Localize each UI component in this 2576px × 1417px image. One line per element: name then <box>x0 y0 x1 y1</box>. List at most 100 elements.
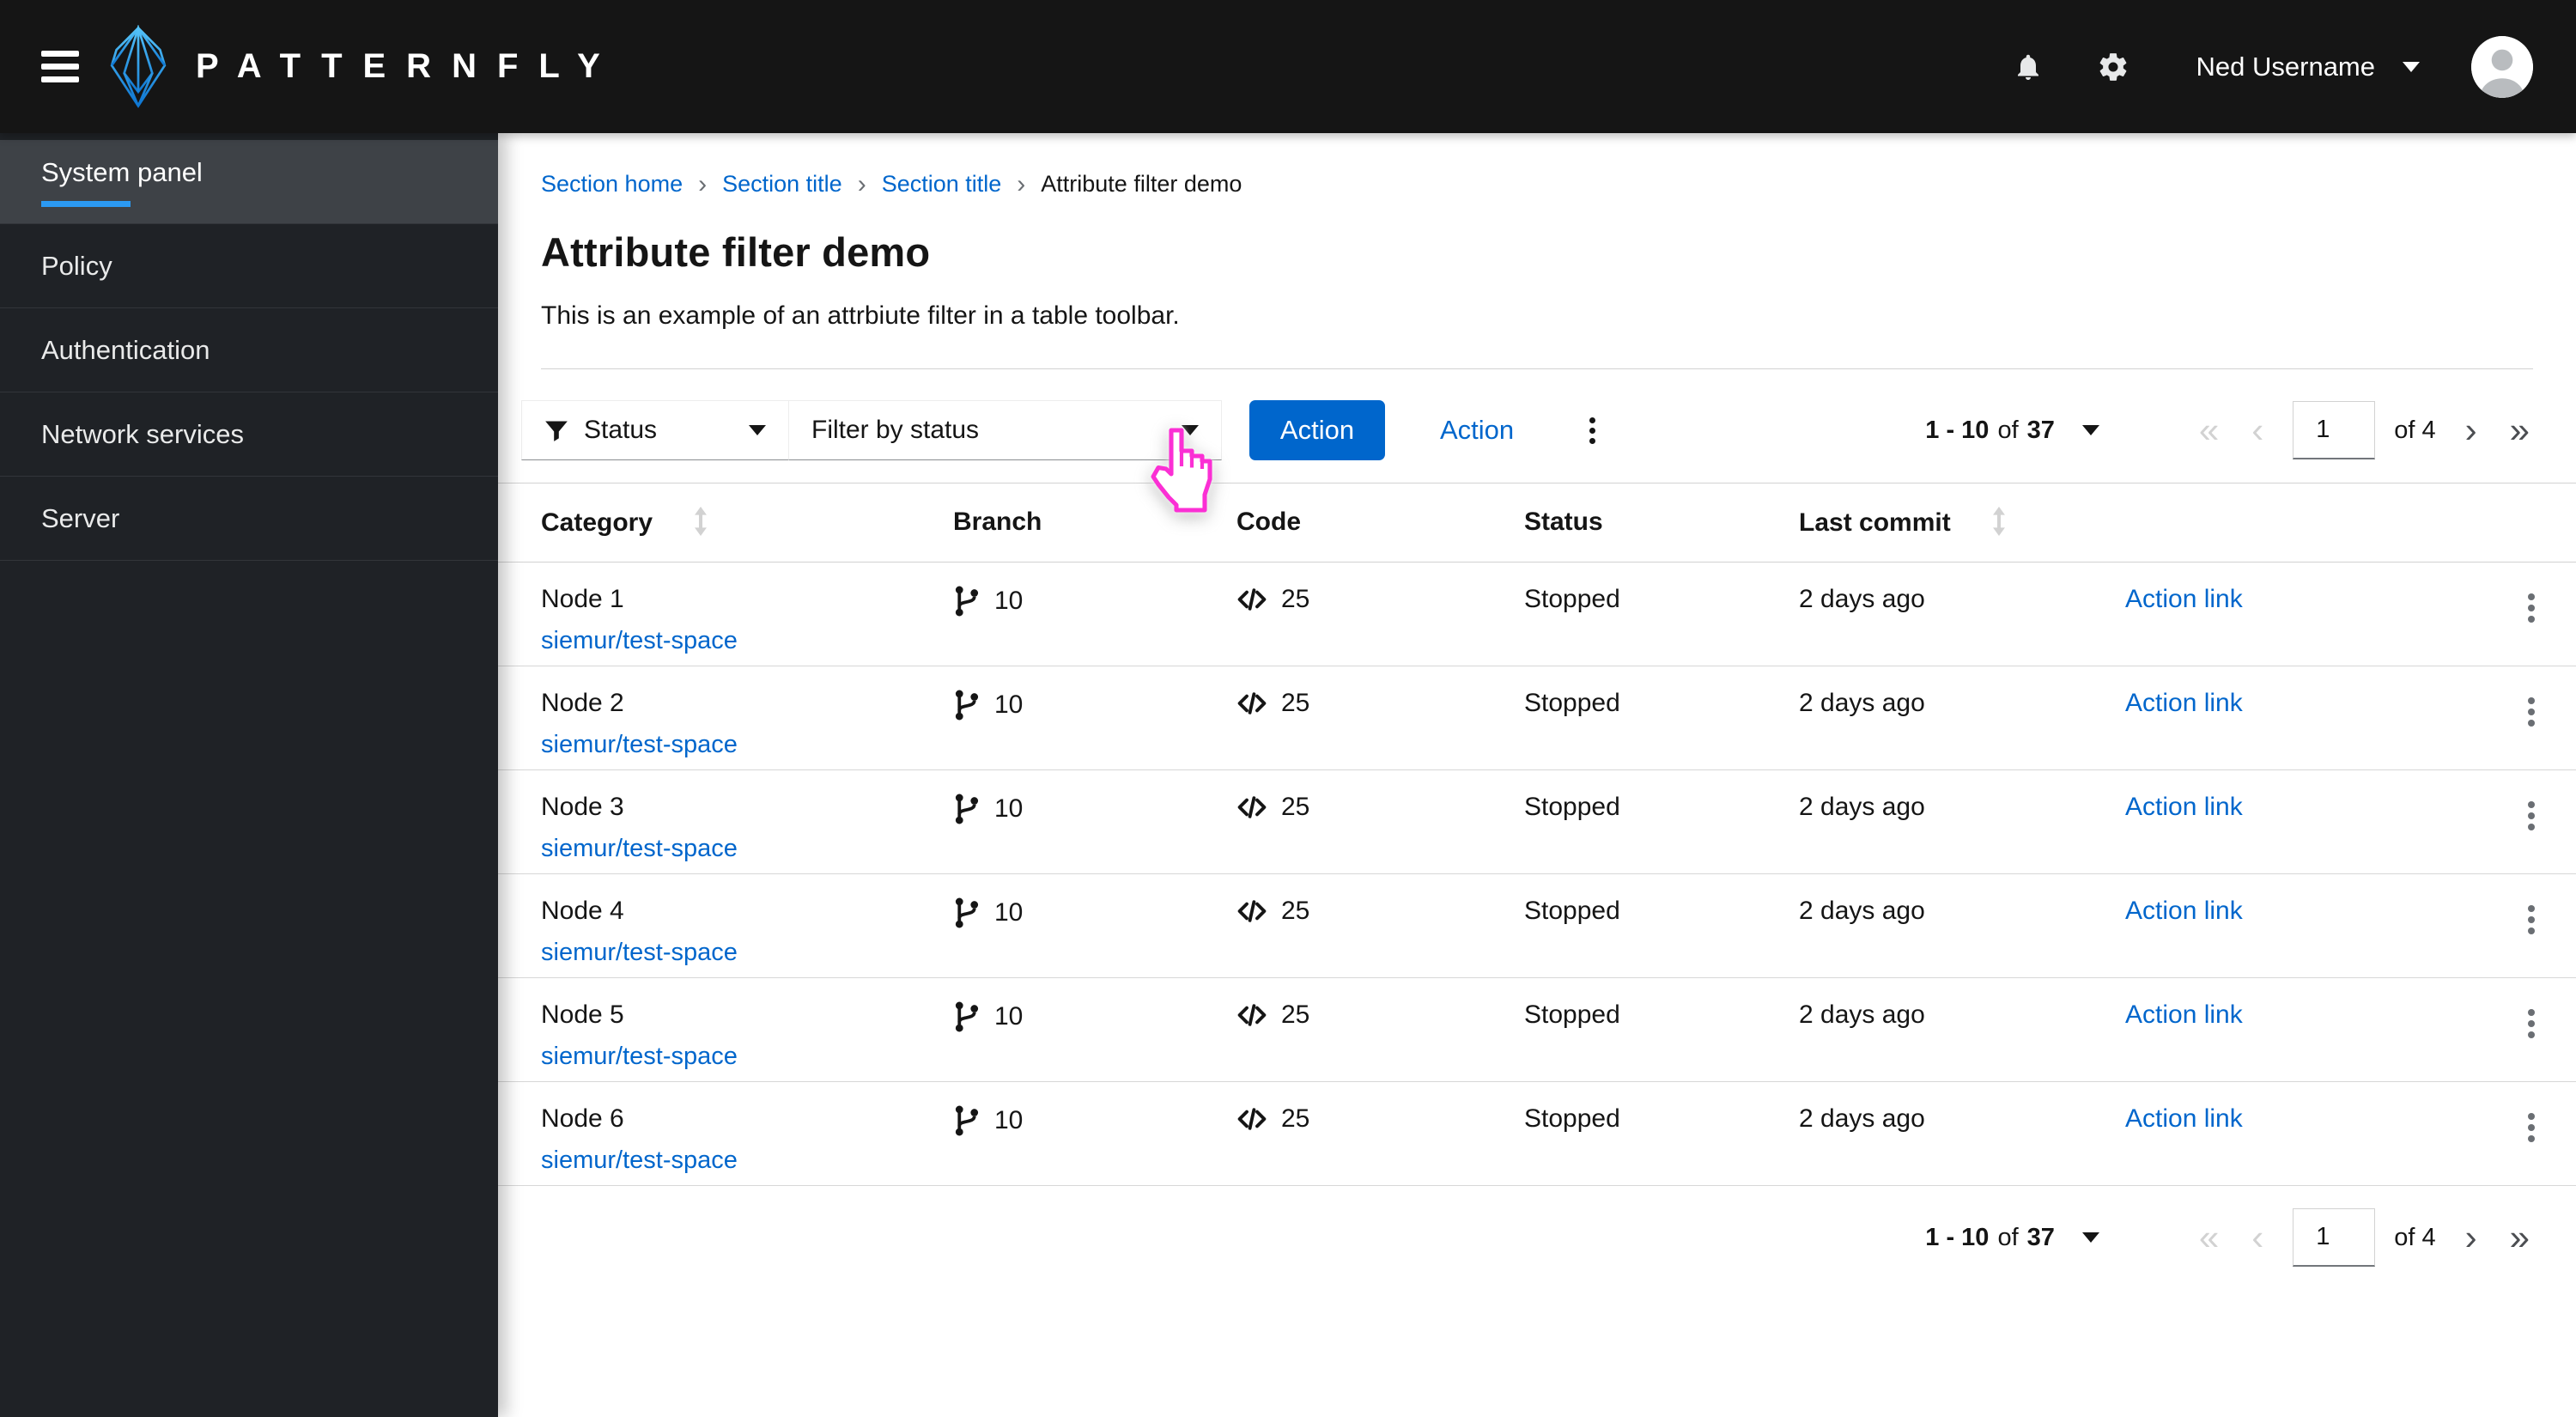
pagination-first-button[interactable]: « <box>2196 412 2222 448</box>
code-icon <box>1237 796 1267 818</box>
row-kebab-menu[interactable] <box>2521 690 2542 733</box>
breadcrumb: Section home › Section title › Section t… <box>541 171 2533 198</box>
node-space-link[interactable]: siemur/test-space <box>541 1043 738 1071</box>
row-kebab-menu[interactable] <box>2521 1002 2542 1045</box>
breadcrumb-current: Attribute filter demo <box>1041 171 1242 197</box>
node-space-link[interactable]: siemur/test-space <box>541 731 738 759</box>
sidebar-item-system-panel[interactable]: System panel <box>0 140 498 224</box>
row-action-link[interactable]: Action link <box>2125 897 2243 925</box>
status-filter-select[interactable]: Filter by status <box>788 400 1222 460</box>
table-row: Node 4 siemur/test-space 10 25 Stopped 2 … <box>498 873 2576 978</box>
notifications-button[interactable] <box>2013 52 2044 82</box>
pagination-next-button[interactable]: › <box>2462 1219 2481 1256</box>
row-action-link[interactable]: Action link <box>2125 689 2243 717</box>
table-row: Node 6 siemur/test-space 10 25 Stopped 2 … <box>498 1081 2576 1186</box>
pagination-prev-button[interactable]: ‹ <box>2248 412 2267 448</box>
column-header-category[interactable]: Category <box>498 483 953 563</box>
settings-button[interactable] <box>2097 51 2129 83</box>
sidebar-item-label: Policy <box>41 250 112 281</box>
sidebar-item-server[interactable]: Server <box>0 477 498 561</box>
pagination-bottom-wrapper: 1 - 10 of 37 « ‹ of 4 › » <box>498 1186 2576 1267</box>
row-action-link[interactable]: Action link <box>2125 1104 2243 1133</box>
pagination-last-button[interactable]: » <box>2506 412 2533 448</box>
node-space-link[interactable]: siemur/test-space <box>541 627 738 655</box>
angle-right-icon: › <box>698 169 708 198</box>
table-toolbar: Status Filter by status Action Action 1 … <box>498 369 2576 483</box>
column-header-branch[interactable]: Branch <box>953 483 1236 563</box>
pagination-last-button[interactable]: » <box>2506 1219 2533 1256</box>
pagination-prev-button[interactable]: ‹ <box>2248 1219 2267 1256</box>
avatar-image-icon <box>2471 35 2533 98</box>
status-value: Stopped <box>1524 585 1620 613</box>
row-kebab-menu[interactable] <box>2521 587 2542 629</box>
toolbar-kebab-menu[interactable] <box>1583 411 1602 451</box>
table-row: Node 3 siemur/test-space 10 25 Stopped 2 … <box>498 769 2576 874</box>
user-name: Ned Username <box>2196 51 2375 82</box>
node-space-link[interactable]: siemur/test-space <box>541 1146 738 1175</box>
code-icon <box>1237 1108 1267 1130</box>
breadcrumb-link[interactable]: Section title <box>882 171 1002 198</box>
branch-count: 10 <box>994 1002 1024 1031</box>
sidebar-item-network-services[interactable]: Network services <box>0 392 498 477</box>
code-branch-icon <box>955 897 979 928</box>
node-space-link[interactable]: siemur/test-space <box>541 939 738 967</box>
row-kebab-menu[interactable] <box>2521 794 2542 837</box>
breadcrumb-link[interactable]: Section home <box>541 171 683 198</box>
main-content: Section home › Section title › Section t… <box>498 133 2576 1417</box>
sort-icon[interactable] <box>1992 507 2006 536</box>
nav-toggle-button[interactable] <box>41 51 79 82</box>
branch-count: 10 <box>994 690 1024 719</box>
sidebar-item-authentication[interactable]: Authentication <box>0 308 498 392</box>
row-action-link[interactable]: Action link <box>2125 585 2243 613</box>
page-header: Section home › Section title › Section t… <box>498 133 2576 369</box>
node-name: Node 5 <box>541 1000 624 1029</box>
pagination-of-pages: of 4 <box>2394 416 2436 444</box>
brand-wordmark: PATTERNFLY <box>196 47 621 85</box>
masthead-utilities: Ned Username <box>1959 35 2533 98</box>
last-commit-value: 2 days ago <box>1799 793 1925 821</box>
caret-down-icon <box>749 425 766 435</box>
table-row: Node 1 siemur/test-space 10 25 Stopped 2 … <box>498 562 2576 666</box>
column-header-last-commit[interactable]: Last commit <box>1799 483 2125 563</box>
page-description: This is an example of an attrbiute filte… <box>541 301 1180 330</box>
code-icon <box>1237 588 1267 611</box>
action-link-button[interactable]: Action <box>1440 415 1514 446</box>
sort-icon[interactable] <box>694 507 708 536</box>
action-button[interactable]: Action <box>1249 400 1385 460</box>
sidebar-item-label: Server <box>41 502 120 533</box>
last-commit-value: 2 days ago <box>1799 1000 1925 1029</box>
kebab-icon <box>2528 593 2535 600</box>
kebab-icon <box>2528 697 2535 704</box>
sidebar-item-policy[interactable]: Policy <box>0 224 498 308</box>
attribute-select[interactable]: Status <box>521 400 789 460</box>
sidebar-item-label: Network services <box>41 418 244 449</box>
user-menu[interactable]: Ned Username <box>2196 52 2420 82</box>
code-icon <box>1237 900 1267 922</box>
breadcrumb-link[interactable]: Section title <box>722 171 842 198</box>
status-filter-placeholder: Filter by status <box>811 416 980 444</box>
pagination-page-input[interactable] <box>2293 401 2376 459</box>
caret-down-icon <box>2081 1232 2099 1243</box>
avatar[interactable] <box>2471 35 2533 98</box>
row-action-link[interactable]: Action link <box>2125 1000 2243 1029</box>
code-branch-icon <box>955 586 979 617</box>
pagination-menu-toggle[interactable]: 1 - 10 of 37 <box>1925 417 2099 445</box>
row-action-link[interactable]: Action link <box>2125 793 2243 821</box>
column-header-code[interactable]: Code <box>1236 483 1524 563</box>
node-name: Node 6 <box>541 1104 624 1133</box>
pagination-next-button[interactable]: › <box>2462 412 2481 448</box>
row-kebab-menu[interactable] <box>2521 1106 2542 1149</box>
status-value: Stopped <box>1524 897 1620 925</box>
column-header-status[interactable]: Status <box>1524 483 1799 563</box>
pagination-range: 1 - 10 <box>1925 416 1990 444</box>
pagination-menu-toggle[interactable]: 1 - 10 of 37 <box>1925 1224 2099 1252</box>
node-space-link[interactable]: siemur/test-space <box>541 835 738 863</box>
row-kebab-menu[interactable] <box>2521 898 2542 941</box>
code-branch-icon <box>955 1001 979 1032</box>
status-value: Stopped <box>1524 689 1620 717</box>
branch-count: 10 <box>994 794 1024 823</box>
pagination-page-input[interactable] <box>2293 1208 2376 1267</box>
pagination-of-pages: of 4 <box>2394 1223 2436 1251</box>
pagination-total: 37 <box>2026 1223 2055 1251</box>
pagination-first-button[interactable]: « <box>2196 1219 2222 1256</box>
